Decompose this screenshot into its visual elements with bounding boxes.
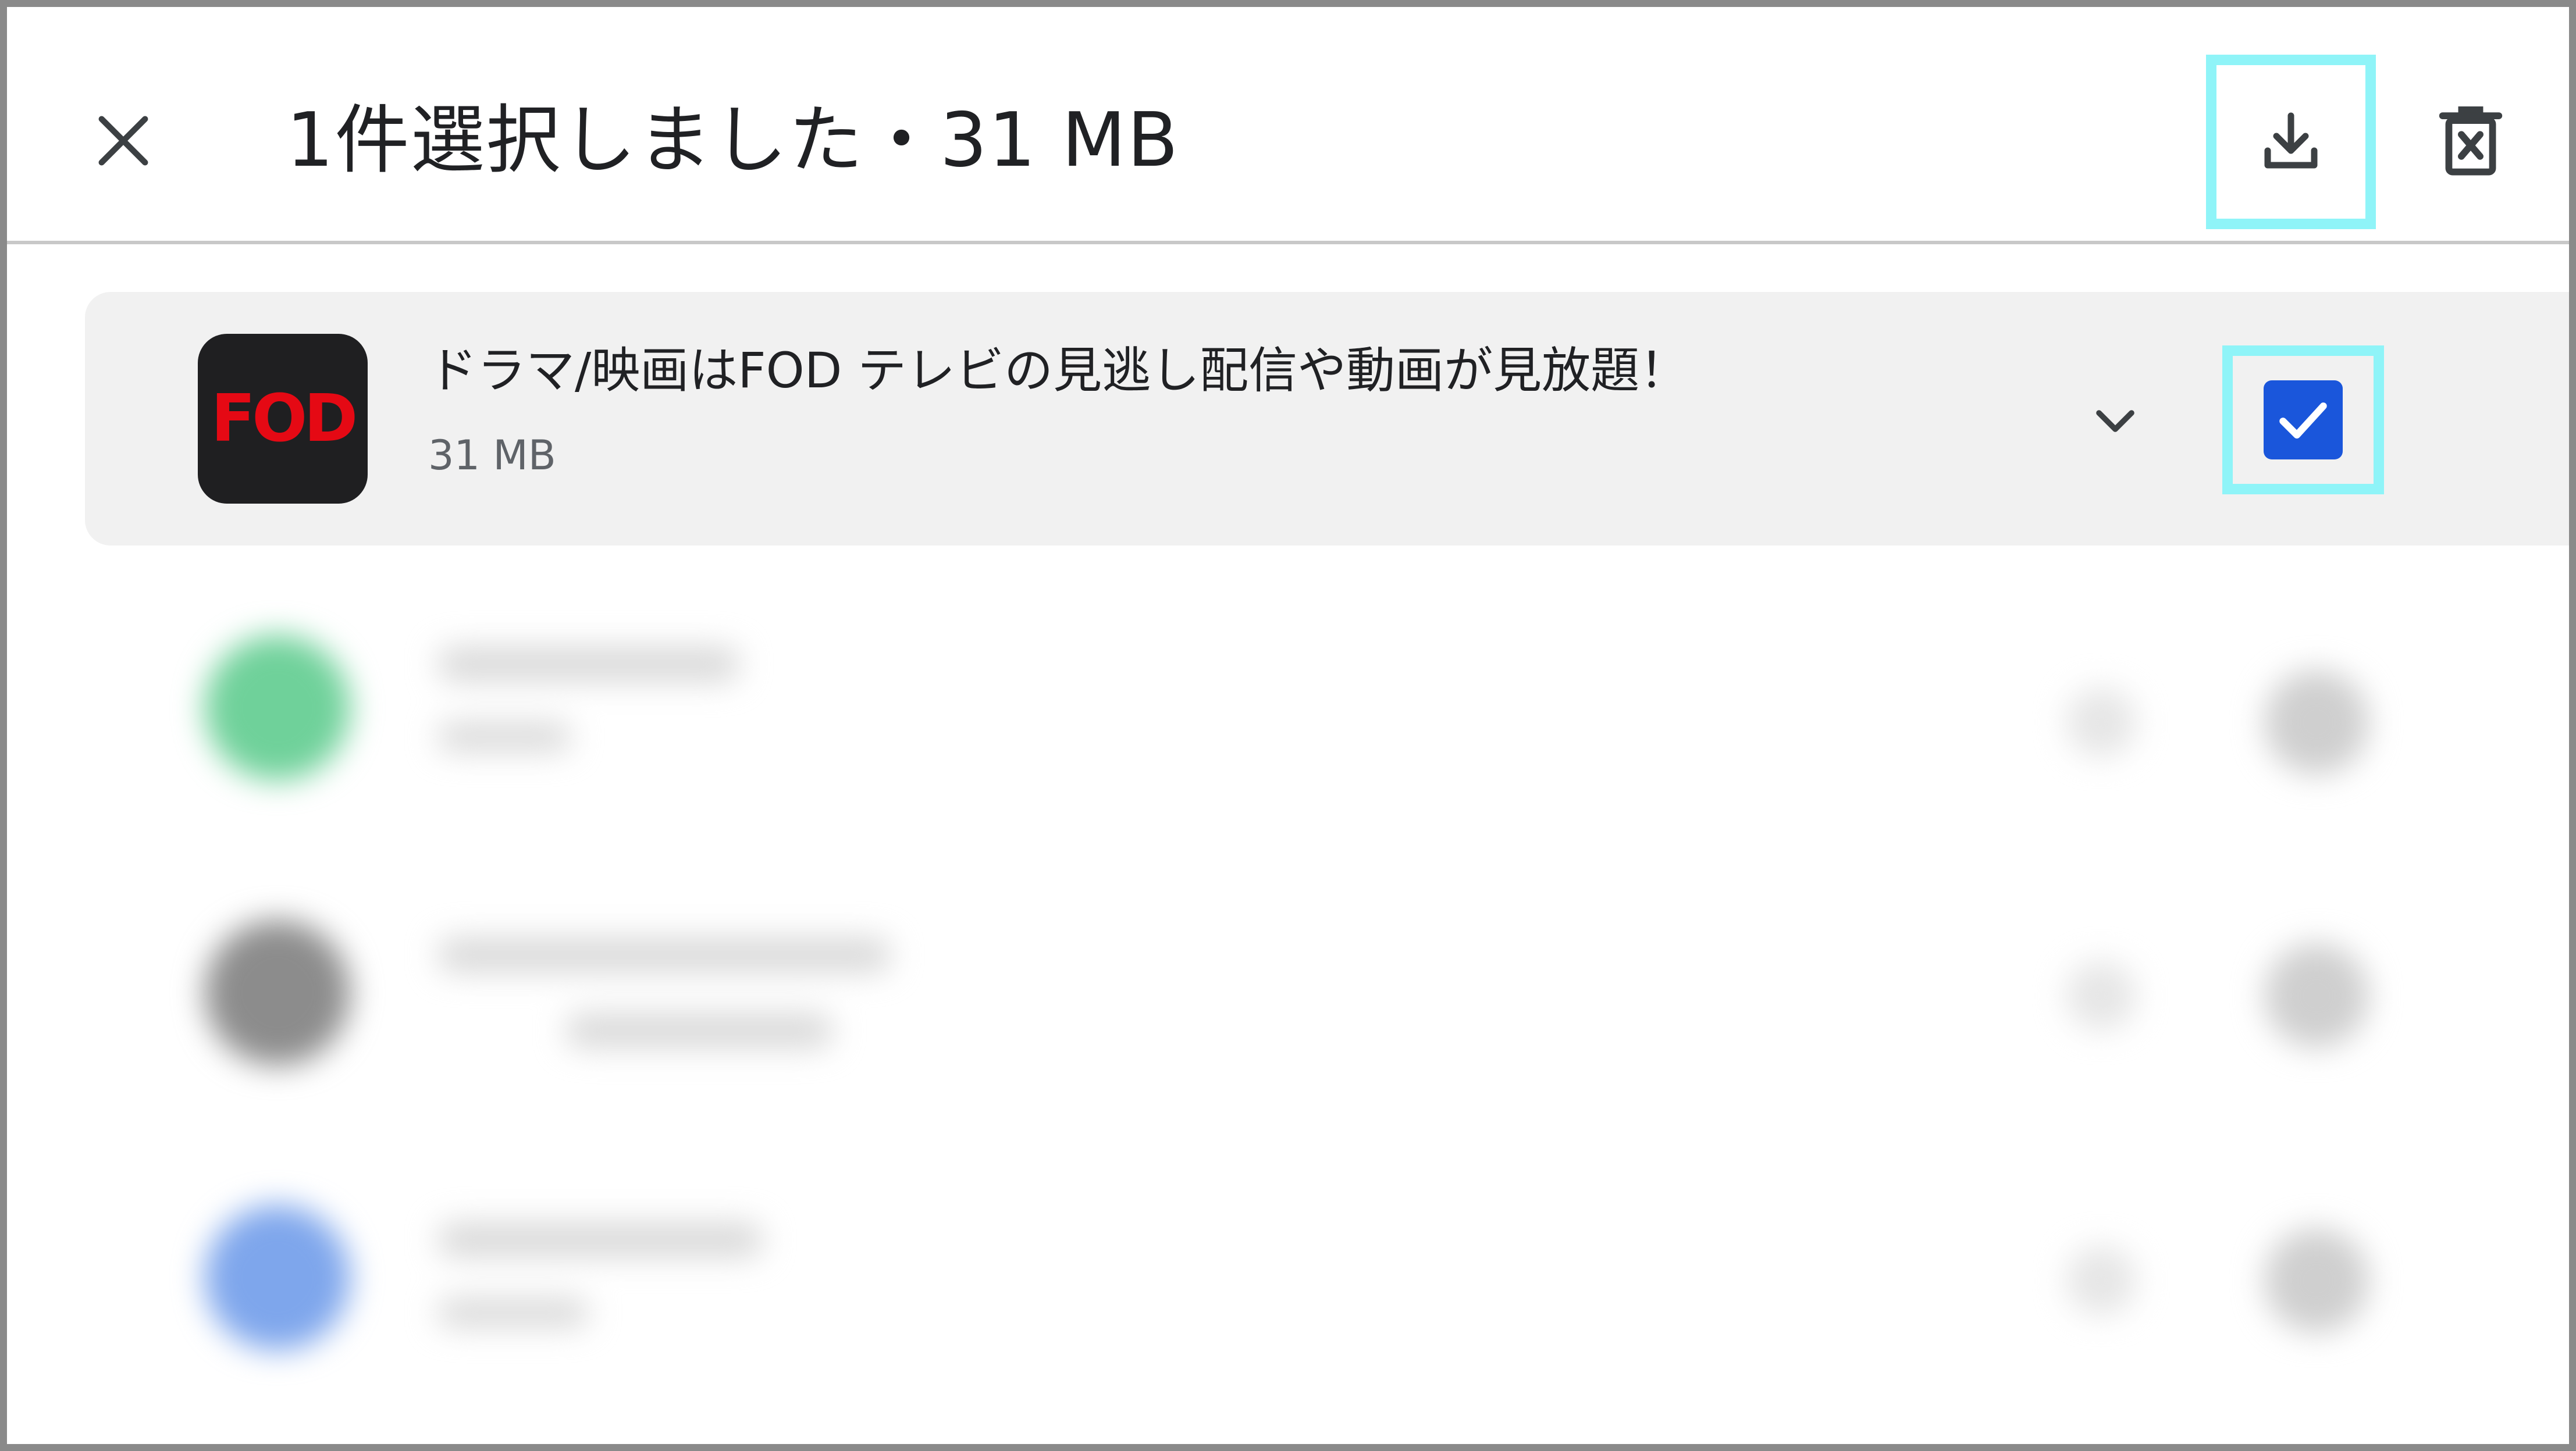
app-list-item-selected[interactable]: FOD ドラマ/映画はFOD テレビの見逃し配信や動画が見放題！ 31 MB — [85, 292, 2569, 546]
list-item — [123, 589, 2509, 844]
delete-icon — [2439, 106, 2503, 176]
placeholder-dot — [2066, 1246, 2136, 1315]
app-size: 31 MB — [428, 432, 556, 479]
placeholder-line — [437, 1222, 763, 1257]
placeholder-line — [437, 647, 740, 682]
expand-button[interactable] — [2075, 379, 2156, 461]
download-button[interactable] — [2206, 55, 2376, 229]
close-button[interactable] — [71, 88, 176, 193]
fod-app-icon: FOD — [198, 334, 368, 504]
selection-summary: 1件選択しました・31 MB — [286, 97, 1180, 184]
app-icon-blurred — [205, 1205, 350, 1350]
placeholder-line — [437, 1298, 589, 1327]
app-icon-logo-text: FOD — [211, 381, 358, 457]
app-icon-blurred — [205, 635, 350, 780]
list-item — [123, 1170, 2509, 1426]
checkbox-highlight — [2222, 345, 2384, 494]
chevron-down-icon — [2096, 410, 2134, 432]
placeholder-dot — [2066, 687, 2136, 757]
app-cleanup-screen: 1件選択しました・31 MB FOD ドラマ/映画はFOD テレビの見逃し配信や… — [0, 0, 2576, 1451]
app-title: ドラマ/映画はFOD テレビの見逃し配信や動画が見放題！ — [428, 342, 1689, 399]
placeholder-circle — [2264, 670, 2369, 775]
close-icon — [98, 116, 148, 166]
blurred-app-list — [123, 589, 2509, 1444]
placeholder-circle — [2264, 943, 2369, 1048]
placeholder-line — [565, 1013, 833, 1048]
app-icon-blurred — [205, 920, 350, 1065]
list-item — [123, 879, 2509, 1135]
selection-header: 1件選択しました・31 MB — [7, 7, 2569, 244]
placeholder-dot — [2066, 961, 2136, 1031]
delete-button[interactable] — [2421, 88, 2520, 193]
placeholder-line — [437, 722, 571, 751]
select-checkbox[interactable] — [2264, 380, 2343, 459]
placeholder-line — [437, 937, 891, 972]
download-icon — [2264, 112, 2318, 169]
checkmark-icon — [2279, 402, 2327, 439]
placeholder-circle — [2264, 1228, 2369, 1333]
